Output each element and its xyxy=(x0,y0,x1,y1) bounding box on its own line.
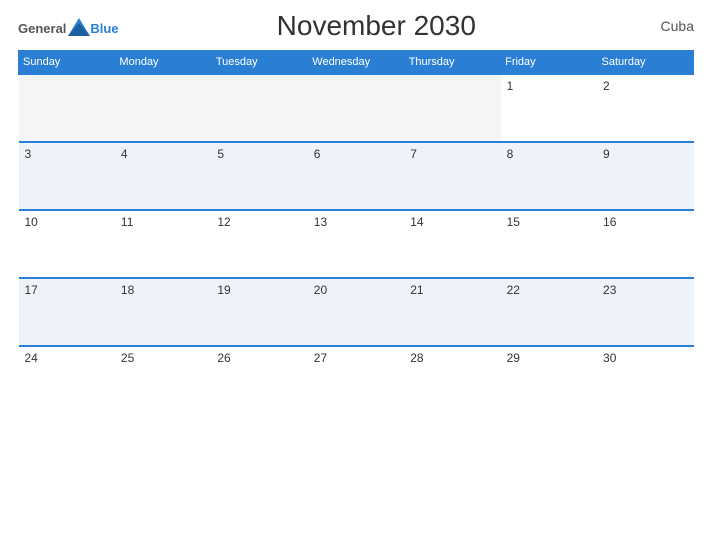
day-number: 17 xyxy=(25,283,38,297)
day-number: 11 xyxy=(121,215,133,229)
calendar-table: Sunday Monday Tuesday Wednesday Thursday… xyxy=(18,50,694,414)
day-number: 9 xyxy=(603,147,610,161)
calendar-day-cell: 3 xyxy=(19,142,115,210)
day-number: 7 xyxy=(410,147,417,161)
calendar-day-cell: 8 xyxy=(501,142,597,210)
day-number: 4 xyxy=(121,147,128,161)
page: General Blue November 2030 Cuba Sunday M… xyxy=(0,0,712,550)
logo-blue-text: Blue xyxy=(90,22,118,35)
calendar-day-cell: 1 xyxy=(501,74,597,142)
calendar-day-cell: 21 xyxy=(404,278,500,346)
col-tuesday: Tuesday xyxy=(211,51,307,75)
calendar-week-row: 17 18 19 20 21 22 23 xyxy=(19,278,694,346)
day-number: 26 xyxy=(217,351,230,365)
calendar-week-row: 3 4 5 6 7 8 9 xyxy=(19,142,694,210)
calendar-day-cell: 28 xyxy=(404,346,500,414)
day-number: 21 xyxy=(410,283,423,297)
day-number: 1 xyxy=(507,79,514,93)
calendar-week-row: 12 xyxy=(19,74,694,142)
calendar-day-cell xyxy=(115,74,211,142)
country-label: Cuba xyxy=(634,18,694,34)
calendar-day-cell xyxy=(211,74,307,142)
calendar-day-cell: 9 xyxy=(597,142,693,210)
calendar-day-cell: 7 xyxy=(404,142,500,210)
col-sunday: Sunday xyxy=(19,51,115,75)
calendar-day-cell: 15 xyxy=(501,210,597,278)
calendar-day-cell: 20 xyxy=(308,278,404,346)
day-number: 13 xyxy=(314,215,327,229)
day-number: 14 xyxy=(410,215,423,229)
calendar-day-cell: 16 xyxy=(597,210,693,278)
calendar-header-row: Sunday Monday Tuesday Wednesday Thursday… xyxy=(19,51,694,75)
day-number: 16 xyxy=(603,215,616,229)
day-number: 6 xyxy=(314,147,321,161)
calendar-title: November 2030 xyxy=(119,10,634,42)
header: General Blue November 2030 Cuba xyxy=(18,10,694,42)
day-number: 15 xyxy=(507,215,520,229)
calendar-day-cell: 29 xyxy=(501,346,597,414)
calendar-day-cell: 6 xyxy=(308,142,404,210)
calendar-day-cell: 22 xyxy=(501,278,597,346)
calendar-week-row: 24 25 26 27 28 29 30 xyxy=(19,346,694,414)
day-number: 29 xyxy=(507,351,520,365)
calendar-day-cell: 11 xyxy=(115,210,211,278)
calendar-day-cell: 4 xyxy=(115,142,211,210)
col-wednesday: Wednesday xyxy=(308,51,404,75)
day-number: 3 xyxy=(25,147,32,161)
calendar-day-cell: 26 xyxy=(211,346,307,414)
day-number: 23 xyxy=(603,283,616,297)
logo-icon xyxy=(68,18,90,36)
calendar-day-cell: 23 xyxy=(597,278,693,346)
calendar-day-cell: 18 xyxy=(115,278,211,346)
col-saturday: Saturday xyxy=(597,51,693,75)
calendar-day-cell xyxy=(404,74,500,142)
calendar-day-cell: 14 xyxy=(404,210,500,278)
day-number: 28 xyxy=(410,351,423,365)
day-number: 27 xyxy=(314,351,327,365)
day-number: 5 xyxy=(217,147,224,161)
calendar-day-cell xyxy=(308,74,404,142)
col-friday: Friday xyxy=(501,51,597,75)
day-number: 30 xyxy=(603,351,616,365)
logo-general-text: General xyxy=(18,22,66,35)
calendar-day-cell: 25 xyxy=(115,346,211,414)
calendar-day-cell: 10 xyxy=(19,210,115,278)
day-number: 18 xyxy=(121,283,134,297)
logo: General Blue xyxy=(18,18,119,35)
calendar-week-row: 10 11 12 13 14 15 16 xyxy=(19,210,694,278)
day-number: 8 xyxy=(507,147,514,161)
col-thursday: Thursday xyxy=(404,51,500,75)
calendar-day-cell: 2 xyxy=(597,74,693,142)
day-number: 24 xyxy=(25,351,38,365)
calendar-day-cell xyxy=(19,74,115,142)
day-number: 19 xyxy=(217,283,230,297)
calendar-day-cell: 13 xyxy=(308,210,404,278)
day-number: 12 xyxy=(217,215,230,229)
col-monday: Monday xyxy=(115,51,211,75)
day-number: 25 xyxy=(121,351,134,365)
calendar-day-cell: 24 xyxy=(19,346,115,414)
calendar-day-cell: 19 xyxy=(211,278,307,346)
calendar-day-cell: 17 xyxy=(19,278,115,346)
calendar-day-cell: 30 xyxy=(597,346,693,414)
calendar-day-cell: 5 xyxy=(211,142,307,210)
calendar-day-cell: 12 xyxy=(211,210,307,278)
day-number: 2 xyxy=(603,79,610,93)
day-number: 10 xyxy=(25,215,38,229)
day-number: 20 xyxy=(314,283,327,297)
calendar-day-cell: 27 xyxy=(308,346,404,414)
day-number: 22 xyxy=(507,283,520,297)
